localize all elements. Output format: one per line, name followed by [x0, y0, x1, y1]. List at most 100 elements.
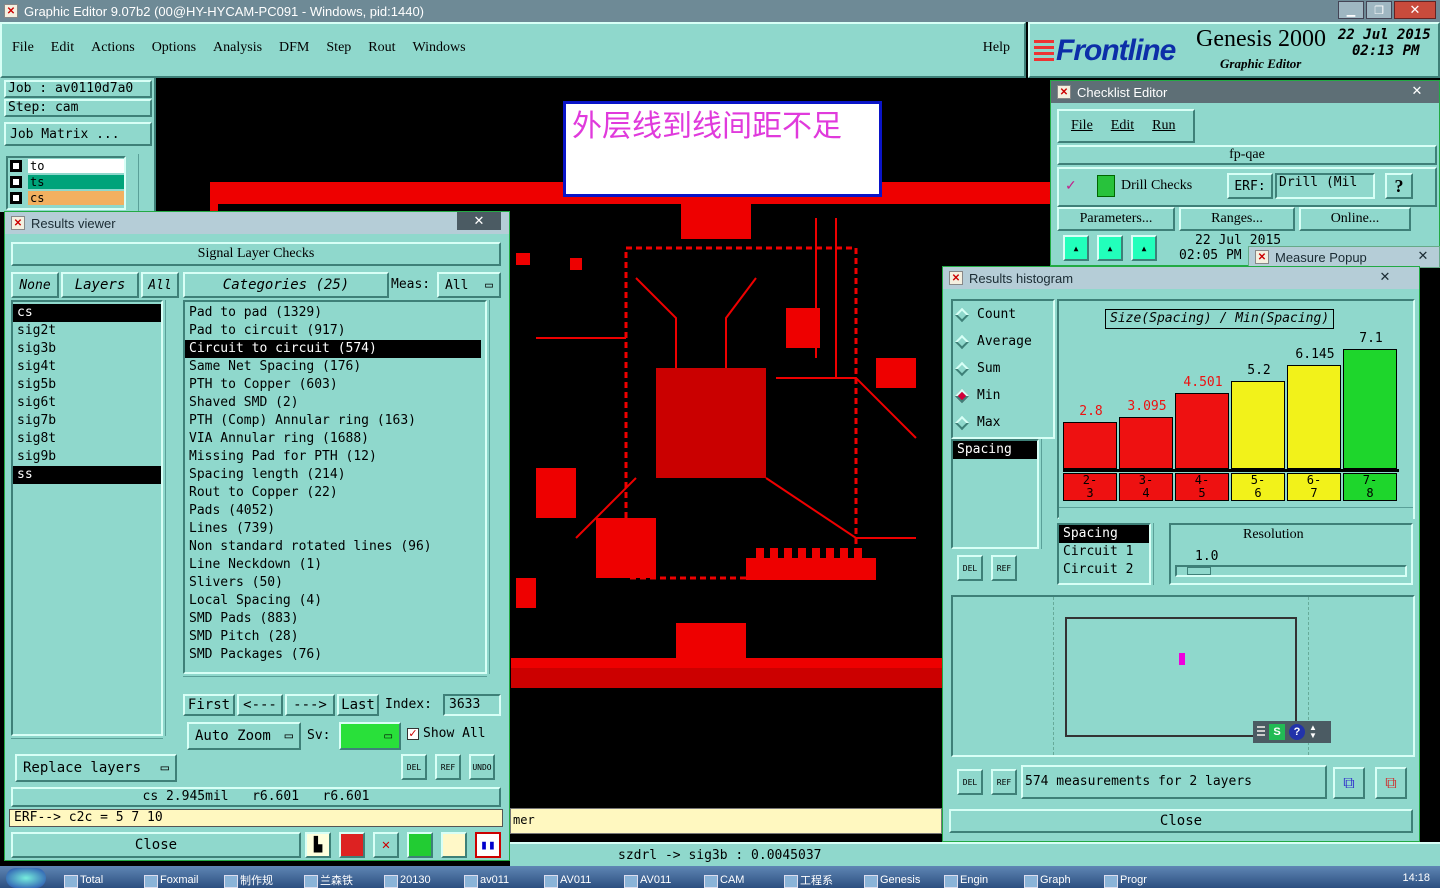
minimize-button[interactable]: ▁: [1338, 1, 1364, 19]
taskbar-item[interactable]: av011: [460, 872, 538, 888]
layer-list-item[interactable]: sig3b: [13, 340, 161, 358]
histogram-ref-bottom[interactable]: REF: [991, 769, 1017, 795]
taskbar-item[interactable]: 工程系: [780, 872, 858, 888]
mode-radio-average[interactable]: Average: [953, 328, 1053, 355]
resolution-slider-thumb[interactable]: [1187, 567, 1211, 575]
chart-hscroll[interactable]: [1059, 507, 1413, 521]
categories-hscroll[interactable]: [183, 676, 487, 690]
layer-list-item[interactable]: sig7b: [13, 412, 161, 430]
histogram-del-bottom[interactable]: DEL: [957, 769, 983, 795]
taskbar-item[interactable]: 兰森铁: [300, 872, 378, 888]
red-box-icon[interactable]: [339, 832, 365, 858]
last-button[interactable]: Last: [337, 694, 379, 716]
category-list-item[interactable]: Local Spacing (4): [185, 592, 481, 610]
layer-list-item[interactable]: sig5b: [13, 376, 161, 394]
replace-layers-select[interactable]: Replace layers ▭: [15, 754, 177, 782]
histogram-bar[interactable]: [1343, 349, 1397, 469]
histogram-range-cell[interactable]: 5- 6: [1231, 473, 1285, 501]
zoom-icon-2[interactable]: ⧉: [1375, 767, 1407, 799]
taskbar-item[interactable]: Progr: [1100, 872, 1178, 888]
menu-help[interactable]: Help: [983, 40, 1010, 56]
category-list-item[interactable]: Circuit to circuit (574): [185, 340, 481, 358]
show-all-checkbox[interactable]: ✓ Show All: [407, 726, 486, 741]
category-list-item[interactable]: Spacing length (214): [185, 466, 481, 484]
layers-none-button[interactable]: None: [11, 272, 59, 298]
next-button[interactable]: --->: [285, 694, 335, 716]
sub-list-vscroll[interactable]: [1153, 523, 1167, 585]
checklist-menu-edit[interactable]: Edit: [1111, 118, 1134, 134]
mode-radio-min[interactable]: Min: [953, 382, 1053, 409]
menu-actions[interactable]: Actions: [91, 40, 135, 56]
taskbar-item[interactable]: Engin: [940, 872, 1018, 888]
histogram-range-cell[interactable]: 3- 4: [1119, 473, 1173, 501]
help-icon[interactable]: ?: [1289, 724, 1305, 740]
categories-button[interactable]: Categories (25): [183, 272, 389, 298]
category-list-item[interactable]: SMD Packages (76): [185, 646, 481, 664]
taskbar-item[interactable]: Genesis: [860, 872, 938, 888]
category-list-item[interactable]: PTH to Copper (603): [185, 376, 481, 394]
menu-options[interactable]: Options: [152, 40, 196, 56]
histogram-range-cell[interactable]: 6- 7: [1287, 473, 1341, 501]
histogram-range-cell[interactable]: 2- 3: [1063, 473, 1117, 501]
checklist-close-icon[interactable]: ✕: [1403, 83, 1431, 99]
menu-analysis[interactable]: Analysis: [213, 40, 262, 56]
layer-list-item[interactable]: cs: [13, 304, 161, 322]
run-icon-1[interactable]: ▲: [1063, 235, 1089, 261]
layer-list-item[interactable]: ss: [13, 466, 161, 484]
scroll-arrows-icon[interactable]: ▲ ▼: [1309, 724, 1317, 740]
layers-all-button[interactable]: All: [141, 272, 179, 298]
menu-dfm[interactable]: DFM: [279, 40, 309, 56]
job-matrix-button[interactable]: Job Matrix ...: [4, 122, 152, 146]
job-layer-row[interactable]: to: [8, 158, 124, 174]
checklist-menu-file[interactable]: File: [1071, 118, 1093, 134]
histogram-sublist-item[interactable]: Spacing: [1059, 525, 1149, 543]
drill-check-checkbox[interactable]: ✓: [1065, 177, 1077, 194]
layer-list-item[interactable]: sig9b: [13, 448, 161, 466]
layer-toggle-icon[interactable]: [10, 176, 22, 188]
mode-radio-max[interactable]: Max: [953, 409, 1053, 436]
histogram-del-button[interactable]: DEL: [957, 555, 983, 581]
index-input[interactable]: 3633: [443, 694, 501, 716]
menu-windows[interactable]: Windows: [413, 40, 466, 56]
histogram-range-cell[interactable]: 7- 8: [1343, 473, 1397, 501]
histogram-bar[interactable]: [1287, 365, 1341, 469]
category-list-item[interactable]: Pads (4052): [185, 502, 481, 520]
layer-list-item[interactable]: sig2t: [13, 322, 161, 340]
taskbar-item[interactable]: CAM: [700, 872, 778, 888]
menu-step[interactable]: Step: [326, 40, 351, 56]
zoom-icon-1[interactable]: ⧉: [1333, 767, 1365, 799]
layer-list-vscroll[interactable]: [165, 300, 179, 736]
histogram-list-item[interactable]: Spacing: [953, 441, 1037, 459]
histogram-sublist-item[interactable]: Circuit 2: [1059, 561, 1149, 579]
histogram-close-button[interactable]: Close: [949, 809, 1413, 833]
mode-radio-sum[interactable]: Sum: [953, 355, 1053, 382]
run-icon-2[interactable]: ▲: [1097, 235, 1123, 261]
measure-popup-close-icon[interactable]: ✕: [1409, 248, 1437, 264]
close-window-button[interactable]: ✕: [1394, 1, 1436, 19]
histogram-sublist-item[interactable]: Circuit 1: [1059, 543, 1149, 561]
category-list-item[interactable]: Non standard rotated lines (96): [185, 538, 481, 556]
run-icon-3[interactable]: ▲: [1131, 235, 1157, 261]
menu-edit[interactable]: Edit: [51, 40, 74, 56]
graph-icon[interactable]: ▙: [305, 832, 331, 858]
layer-toggle-icon[interactable]: [10, 160, 22, 172]
meas-select[interactable]: All ▭: [437, 272, 501, 298]
histogram-icon[interactable]: ▮▮: [475, 832, 501, 858]
help-question-button[interactable]: ?: [1385, 173, 1413, 199]
auto-zoom-select[interactable]: Auto Zoom ▭: [187, 722, 301, 750]
category-list-item[interactable]: Shaved SMD (2): [185, 394, 481, 412]
parameters-button[interactable]: Parameters...: [1057, 207, 1175, 231]
job-layer-row[interactable]: cs: [8, 190, 124, 206]
layer-list-item[interactable]: sig4t: [13, 358, 161, 376]
taskbar-item[interactable]: 制作规: [220, 872, 298, 888]
start-button[interactable]: [6, 868, 46, 888]
histogram-bar[interactable]: [1175, 393, 1229, 469]
taskbar-item[interactable]: Foxmail: [140, 872, 218, 888]
checklist-erf-value[interactable]: Drill (Mil: [1275, 173, 1375, 199]
online-button[interactable]: Online...: [1299, 207, 1411, 231]
histogram-bar[interactable]: [1119, 417, 1173, 469]
results-viewer-close-icon[interactable]: ✕: [457, 212, 501, 230]
histogram-range-cell[interactable]: 4- 5: [1175, 473, 1229, 501]
resolution-slider[interactable]: [1175, 565, 1407, 577]
results-viewer-close-button[interactable]: Close: [11, 832, 301, 858]
